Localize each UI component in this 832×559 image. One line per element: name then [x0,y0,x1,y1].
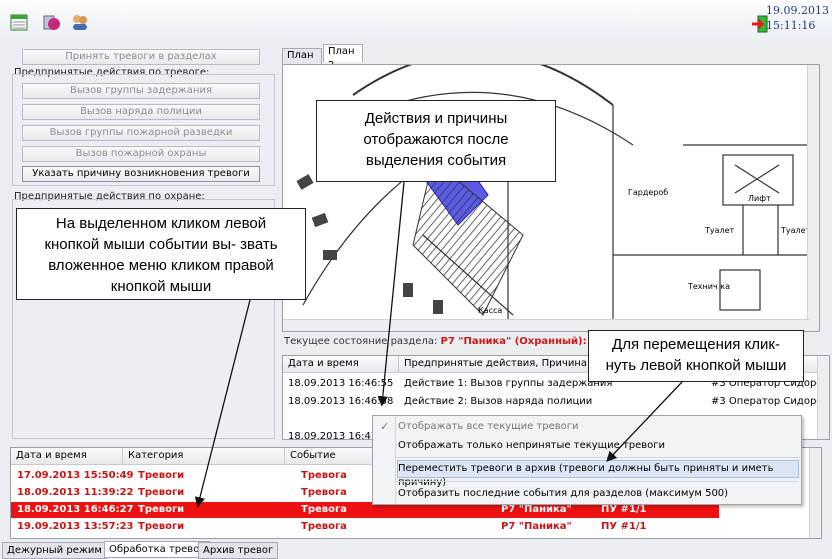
callout-arrows [194,181,683,508]
